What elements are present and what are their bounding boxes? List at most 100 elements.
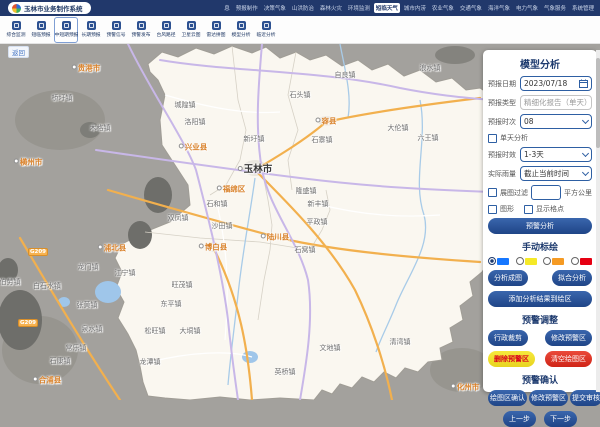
color-swatch bbox=[552, 258, 564, 265]
filter-label: 展图过滤 bbox=[500, 188, 528, 198]
toolbar-icon bbox=[212, 21, 221, 30]
modify-warning-button[interactable]: 修改预警区 bbox=[545, 330, 592, 346]
color-radio[interactable] bbox=[488, 257, 509, 265]
toolbar-item-label: 卫星云图 bbox=[181, 31, 200, 38]
checkbox-icon bbox=[488, 188, 497, 197]
toolbar-item[interactable]: 模型分析 bbox=[229, 17, 253, 43]
nav-item[interactable]: 气象服务 bbox=[542, 3, 568, 13]
nav-item[interactable]: 交通气象 bbox=[458, 3, 484, 13]
back-link[interactable]: 返回 bbox=[8, 46, 29, 58]
toolbar-item[interactable]: 中短期预报 bbox=[54, 17, 78, 43]
toolbar-item-label: 短临预报 bbox=[31, 31, 50, 38]
toolbar-icon bbox=[12, 21, 21, 30]
chevron-down-icon bbox=[582, 117, 589, 124]
filter-area-input[interactable] bbox=[531, 185, 561, 200]
forecast-date-field[interactable]: 2023/07/18 bbox=[520, 76, 592, 91]
forecast-range-value: 1-3天 bbox=[524, 149, 544, 160]
nav-item[interactable]: 森林火灾 bbox=[318, 3, 344, 13]
toolbar-item[interactable]: 短临预报 bbox=[29, 17, 53, 43]
app-title: 玉林市业务制作系统 bbox=[24, 3, 83, 13]
warning-analysis-button[interactable]: 预警分析 bbox=[488, 218, 592, 234]
toolbar-icon bbox=[112, 21, 121, 30]
toolbar-icon bbox=[187, 21, 196, 30]
confirm-draw-button[interactable]: 绘图区确认 bbox=[488, 390, 527, 406]
nav-item[interactable]: 短临天气 bbox=[374, 3, 400, 13]
forecast-date-label: 预报日期 bbox=[488, 79, 520, 89]
actual-rain-value: 截止当前时间 bbox=[524, 168, 569, 179]
nav-item[interactable]: 海洋气象 bbox=[486, 3, 512, 13]
filter-checkbox[interactable]: 展图过滤 bbox=[488, 188, 528, 198]
area-unit-label: 平方公里 bbox=[564, 188, 592, 198]
color-radio[interactable] bbox=[516, 257, 537, 265]
grid-label: 显示格点 bbox=[536, 204, 564, 214]
scrollbar-thumb[interactable] bbox=[596, 58, 600, 148]
nav-item[interactable]: 预报制作 bbox=[234, 3, 260, 13]
nav-item[interactable]: 农业气象 bbox=[430, 3, 456, 13]
toolbar-item[interactable]: 预警信号 bbox=[104, 17, 128, 43]
radio-icon bbox=[516, 257, 524, 265]
forecast-range-select[interactable]: 1-3天 bbox=[520, 147, 592, 162]
toolbar-item-label: 模型分析 bbox=[231, 31, 250, 38]
calendar-icon[interactable] bbox=[579, 79, 588, 88]
toolbar-icon bbox=[62, 21, 71, 30]
confirm-title: 预警确认 bbox=[488, 373, 592, 386]
submit-review-button[interactable]: 提交审核 bbox=[570, 390, 600, 406]
radio-icon bbox=[488, 257, 496, 265]
nav-item[interactable]: 山洪防治 bbox=[290, 3, 316, 13]
toolbar-item[interactable]: 临近分析 bbox=[254, 17, 278, 43]
admin-clip-button[interactable]: 行政裁剪 bbox=[488, 330, 528, 346]
toolbar-icon bbox=[87, 21, 96, 30]
panel-scrollbar[interactable] bbox=[596, 50, 600, 392]
toolbar-item[interactable]: 雷达拼图 bbox=[204, 17, 228, 43]
color-radio[interactable] bbox=[543, 257, 564, 265]
toolbar-item[interactable]: 预警发布 bbox=[129, 17, 153, 43]
graphic-label: 图形 bbox=[500, 204, 514, 214]
logo-icon bbox=[12, 4, 21, 13]
app-logo: 玉林市业务制作系统 bbox=[8, 2, 91, 14]
nav-item[interactable]: 气象信息 bbox=[224, 3, 232, 13]
model-panel: 模型分析 预报日期 2023/07/18 预报类型 精细化报告（单天） 预报时次… bbox=[483, 50, 597, 392]
actual-rain-select[interactable]: 截止当前时间 bbox=[520, 166, 592, 181]
toolbar-icon bbox=[262, 21, 271, 30]
manual-draw-title: 手动标绘 bbox=[488, 240, 592, 253]
clear-draw-button[interactable]: 清空绘图区 bbox=[545, 351, 592, 367]
toolbar-item-label: 预警信号 bbox=[106, 31, 125, 38]
analysis-image-button[interactable]: 分析成图 bbox=[488, 270, 528, 286]
forecast-type-value: 精细化报告（单天） bbox=[524, 97, 588, 108]
toolbar-item-label: 中短期预报 bbox=[54, 31, 78, 38]
color-radio[interactable] bbox=[571, 257, 592, 265]
next-step-button[interactable]: 下一步 bbox=[544, 411, 577, 427]
top-bar: 玉林市业务制作系统 日常业务气象信息预报制作决策气象山洪防治森林火灾环境监测短临… bbox=[0, 0, 600, 16]
modify-warning-2-button[interactable]: 修改预警区 bbox=[529, 390, 568, 406]
toolbar-item-label: 雷达拼图 bbox=[206, 31, 225, 38]
chevron-down-icon bbox=[582, 150, 589, 157]
toolbar-item[interactable]: 综合监测 bbox=[4, 17, 28, 43]
color-swatch bbox=[497, 258, 509, 265]
delete-warning-button[interactable]: 删除预警区 bbox=[488, 351, 535, 367]
single-day-label: 单天分析 bbox=[500, 133, 528, 143]
nav-item[interactable]: 环境监测 bbox=[346, 3, 372, 13]
forecast-time-select[interactable]: 08 bbox=[520, 114, 592, 129]
toolbar-item[interactable]: 长期预报 bbox=[79, 17, 103, 43]
forecast-date-value: 2023/07/18 bbox=[524, 79, 567, 88]
toolbar-item-label: 综合监测 bbox=[6, 31, 25, 38]
color-swatch-row bbox=[488, 257, 592, 265]
single-day-checkbox[interactable]: 单天分析 bbox=[488, 133, 528, 143]
toolbar-item-label: 台风路径 bbox=[156, 31, 175, 38]
toolbar: 综合监测短临预报中短期预报长期预报预警信号预警发布台风路径卫星云图雷达拼图模型分… bbox=[0, 16, 600, 44]
checkbox-icon bbox=[488, 205, 497, 214]
prev-step-button[interactable]: 上一步 bbox=[503, 411, 536, 427]
nav-item[interactable]: 系统管理 bbox=[570, 3, 596, 13]
radio-icon bbox=[571, 257, 579, 265]
toolbar-item[interactable]: 卫星云图 bbox=[179, 17, 203, 43]
nav-item[interactable]: 决策气象 bbox=[262, 3, 288, 13]
graphic-checkbox[interactable]: 图形 bbox=[488, 204, 514, 214]
toolbar-item[interactable]: 台风路径 bbox=[154, 17, 178, 43]
fit-analysis-button[interactable]: 拟合分析 bbox=[552, 270, 592, 286]
toolbar-item-label: 预警发布 bbox=[131, 31, 150, 38]
forecast-type-field[interactable]: 精细化报告（单天） bbox=[520, 95, 592, 110]
grid-checkbox[interactable]: 显示格点 bbox=[524, 204, 564, 214]
nav-item[interactable]: 城市内涝 bbox=[402, 3, 428, 13]
add-result-button[interactable]: 添加分析结果到绘区 bbox=[488, 291, 592, 307]
nav-item[interactable]: 电力气象 bbox=[514, 3, 540, 13]
